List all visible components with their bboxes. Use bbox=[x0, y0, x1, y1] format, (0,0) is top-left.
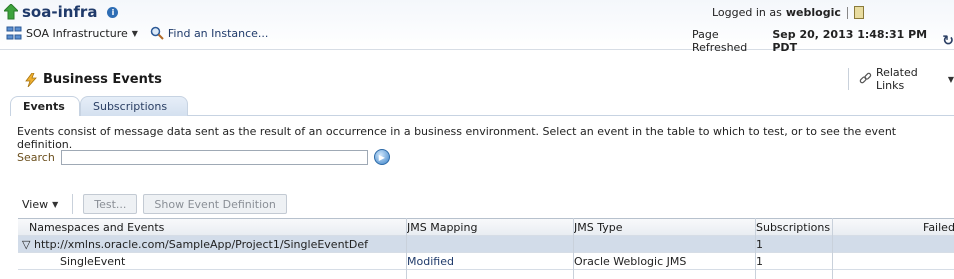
refresh-prefix: Page Refreshed bbox=[692, 28, 748, 54]
page-icon[interactable] bbox=[853, 6, 864, 19]
find-instance-link[interactable]: Find an Instance... bbox=[150, 26, 269, 40]
column-header-failed[interactable]: Failed bbox=[923, 221, 954, 234]
search-input[interactable] bbox=[60, 149, 368, 165]
show-event-definition-button[interactable]: Show Event Definition bbox=[143, 194, 287, 214]
tree-icon bbox=[6, 26, 22, 40]
namespace-cell: http://xmlns.oracle.com/SampleApp/Projec… bbox=[34, 238, 368, 251]
page-title: Business Events bbox=[43, 72, 162, 87]
tab-subscriptions[interactable]: Subscriptions bbox=[80, 96, 188, 116]
view-menu[interactable]: View ▼ bbox=[18, 196, 62, 213]
soa-infrastructure-menu[interactable]: SOA Infrastructure ▼ bbox=[6, 26, 138, 40]
login-prefix: Logged in as bbox=[712, 6, 782, 19]
top-bar: soa-infra i Logged in as weblogic SOA In… bbox=[0, 0, 954, 54]
column-header-subscriptions[interactable]: Subscriptions bbox=[756, 221, 830, 234]
related-links-label: Related Links bbox=[875, 66, 918, 92]
events-table: Namespaces and Events JMS Mapping JMS Ty… bbox=[18, 218, 954, 270]
description-text: Events consist of message data sent as t… bbox=[17, 125, 897, 151]
go-button[interactable]: ▶ bbox=[373, 149, 390, 165]
column-header-jms-type[interactable]: JMS Type bbox=[574, 221, 622, 234]
search-row: Search ▶ bbox=[17, 149, 390, 165]
related-links-menu[interactable]: Related Links ▼ bbox=[848, 66, 954, 92]
nav-menu-label: SOA Infrastructure bbox=[26, 26, 128, 40]
lightning-icon bbox=[25, 72, 37, 87]
login-info: Logged in as weblogic bbox=[712, 6, 864, 19]
table-toolbar: View ▼ Test... Show Event Definition bbox=[18, 194, 287, 214]
tab-bar: Events Subscriptions bbox=[10, 96, 954, 116]
search-icon bbox=[150, 26, 164, 40]
column-divider bbox=[832, 218, 833, 279]
column-header-jms-mapping[interactable]: JMS Mapping bbox=[407, 221, 477, 234]
info-icon[interactable]: i bbox=[107, 6, 119, 18]
chevron-down-icon: ▼ bbox=[947, 74, 954, 84]
refresh-info: Page Refreshed Sep 20, 2013 1:48:31 PM P… bbox=[692, 28, 954, 54]
table-header: Namespaces and Events JMS Mapping JMS Ty… bbox=[18, 219, 954, 236]
separator bbox=[846, 6, 848, 19]
app-title: soa-infra bbox=[22, 3, 98, 21]
table-row[interactable]: SingleEvent Modified Oracle Weblogic JMS… bbox=[18, 253, 954, 270]
link-icon bbox=[859, 72, 872, 84]
view-label: View bbox=[22, 197, 49, 211]
separator bbox=[72, 194, 74, 214]
jms-type-cell: Oracle Weblogic JMS bbox=[574, 255, 687, 268]
subscriptions-cell: 1 bbox=[756, 255, 763, 268]
find-instance-label: Find an Instance... bbox=[167, 26, 269, 40]
nav-row: SOA Infrastructure ▼ Find an Instance... bbox=[6, 26, 268, 40]
app-title-row: soa-infra i bbox=[4, 3, 119, 21]
test-button[interactable]: Test... bbox=[83, 194, 138, 214]
up-arrow-icon[interactable] bbox=[4, 4, 18, 20]
column-divider bbox=[406, 218, 407, 279]
section-header: Business Events bbox=[24, 72, 162, 87]
event-name-cell: SingleEvent bbox=[60, 255, 126, 268]
search-label: Search bbox=[17, 150, 55, 164]
refresh-icon[interactable]: ↻ bbox=[942, 33, 954, 49]
chevron-down-icon: ▼ bbox=[131, 28, 138, 38]
refresh-time: Sep 20, 2013 1:48:31 PM PDT bbox=[772, 28, 928, 54]
table-row[interactable]: ▽ http://xmlns.oracle.com/SampleApp/Proj… bbox=[18, 236, 954, 253]
column-divider bbox=[755, 218, 756, 279]
username[interactable]: weblogic bbox=[786, 6, 841, 19]
expand-triangle-icon[interactable]: ▽ bbox=[22, 238, 30, 251]
jms-mapping-link[interactable]: Modified bbox=[407, 255, 454, 268]
chevron-down-icon: ▼ bbox=[52, 199, 59, 209]
subscriptions-cell: 1 bbox=[756, 238, 763, 251]
column-divider bbox=[573, 218, 574, 279]
column-header-namespaces[interactable]: Namespaces and Events bbox=[29, 221, 164, 234]
tab-events[interactable]: Events bbox=[10, 96, 80, 116]
